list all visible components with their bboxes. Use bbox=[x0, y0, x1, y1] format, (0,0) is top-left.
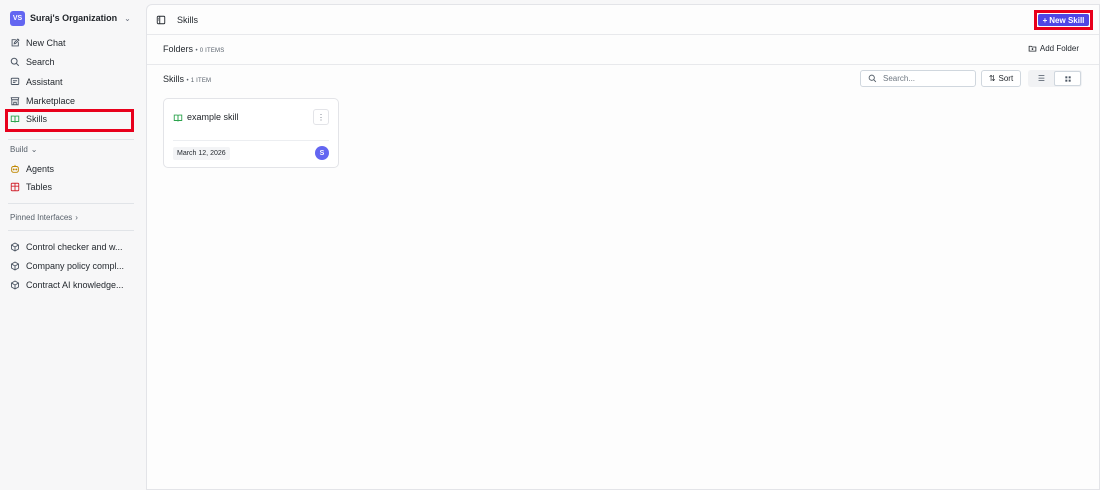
list-view-icon[interactable]: ☰ bbox=[1029, 71, 1054, 86]
pinned-interfaces-toggle[interactable]: Pinned Interfaces › bbox=[10, 213, 78, 222]
nav-search-label: Search bbox=[26, 57, 55, 67]
page-title: Skills bbox=[177, 15, 199, 25]
cube-icon bbox=[10, 280, 20, 290]
new-skill-highlight-box: + New Skill bbox=[1034, 10, 1093, 30]
pinned-item[interactable]: Contract AI knowledge... bbox=[10, 276, 136, 294]
folder-plus-icon bbox=[1028, 45, 1037, 52]
skill-card-date: March 12, 2026 bbox=[173, 147, 230, 160]
nav-new-chat-label: New Chat bbox=[26, 38, 66, 48]
table-icon bbox=[10, 182, 20, 192]
sort-button[interactable]: ⇅ Sort bbox=[981, 70, 1021, 87]
book-icon bbox=[173, 113, 183, 123]
main-panel: Skills + New Skill Folders • 0 ITEMS Add… bbox=[146, 4, 1100, 490]
pinned-item[interactable]: Control checker and w... bbox=[10, 238, 136, 256]
nav-agents-label: Agents bbox=[26, 164, 55, 174]
cube-icon bbox=[10, 261, 20, 271]
folders-label: Folders bbox=[163, 44, 194, 54]
nav-agents[interactable]: Agents bbox=[10, 160, 136, 178]
skills-highlight-box bbox=[5, 109, 134, 132]
pinned-item[interactable]: Company policy compl... bbox=[10, 257, 136, 275]
folders-section: Folders • 0 ITEMS Add Folder bbox=[147, 35, 1099, 65]
sort-icon: ⇅ bbox=[988, 74, 996, 83]
view-toggle: ☰ bbox=[1028, 70, 1082, 87]
sidebar-divider bbox=[8, 203, 134, 204]
org-name: Suraj's Organization bbox=[30, 13, 118, 23]
search-icon bbox=[868, 74, 877, 83]
cube-icon bbox=[10, 242, 20, 252]
skills-section-label: Skills bbox=[163, 74, 185, 84]
search-input[interactable] bbox=[883, 74, 971, 83]
add-folder-label: Add Folder bbox=[1039, 44, 1079, 53]
pinned-item-label: Control checker and w... bbox=[26, 242, 123, 252]
nav-tables-label: Tables bbox=[26, 182, 53, 192]
sidebar-divider bbox=[8, 139, 134, 140]
org-switcher[interactable]: VS Suraj's Organization ⌄ bbox=[10, 10, 131, 26]
build-section-label: Build bbox=[10, 145, 28, 154]
search-icon bbox=[10, 57, 20, 67]
new-skill-label: New Skill bbox=[1049, 15, 1085, 25]
folders-header: Folders • 0 ITEMS bbox=[163, 44, 224, 54]
pinned-item-label: Contract AI knowledge... bbox=[26, 280, 124, 290]
top-bar: Skills + New Skill bbox=[147, 5, 1099, 35]
nav-search[interactable]: Search bbox=[10, 53, 136, 71]
chevron-right-icon: › bbox=[75, 213, 78, 222]
card-divider bbox=[173, 140, 329, 141]
nav-marketplace[interactable]: Marketplace bbox=[10, 92, 136, 110]
pinned-interfaces-label: Pinned Interfaces bbox=[10, 213, 73, 222]
build-section-toggle[interactable]: Build ⌄ bbox=[10, 145, 38, 154]
skills-count: 1 ITEM bbox=[190, 78, 212, 84]
nav-assistant-label: Assistant bbox=[26, 77, 63, 87]
folders-count: 0 ITEMS bbox=[199, 48, 225, 54]
add-folder-button[interactable]: Add Folder bbox=[1028, 44, 1079, 53]
sidebar: VS Suraj's Organization ⌄ New Chat Searc… bbox=[0, 0, 146, 490]
org-avatar: VS bbox=[10, 10, 25, 26]
nav-new-chat[interactable]: New Chat bbox=[10, 34, 136, 52]
sidebar-divider bbox=[8, 230, 134, 231]
sidebar-toggle-icon[interactable] bbox=[156, 15, 166, 25]
sort-label: Sort bbox=[998, 74, 1014, 83]
search-box[interactable] bbox=[860, 70, 976, 87]
agent-icon bbox=[10, 164, 20, 174]
more-options-icon[interactable]: ⋮ bbox=[313, 109, 329, 125]
pinned-item-label: Company policy compl... bbox=[26, 261, 125, 271]
nav-tables[interactable]: Tables bbox=[10, 178, 136, 196]
chevron-down-icon: ⌄ bbox=[30, 145, 38, 154]
nav-assistant[interactable]: Assistant bbox=[10, 73, 136, 91]
skills-header: Skills • 1 ITEM bbox=[163, 74, 211, 84]
owner-avatar: S bbox=[315, 146, 329, 160]
chevron-down-icon: ⌄ bbox=[124, 13, 131, 23]
nav-marketplace-label: Marketplace bbox=[26, 96, 76, 106]
skill-card-title: example skill bbox=[187, 112, 239, 122]
skill-card[interactable]: example skill ⋮ March 12, 2026 S bbox=[163, 98, 339, 168]
new-skill-button[interactable]: + New Skill bbox=[1038, 14, 1089, 26]
plus-icon: + bbox=[1042, 15, 1048, 25]
store-icon bbox=[10, 96, 20, 106]
grid-view-icon[interactable] bbox=[1054, 71, 1081, 86]
message-icon bbox=[10, 77, 20, 87]
edit-icon bbox=[10, 38, 20, 48]
